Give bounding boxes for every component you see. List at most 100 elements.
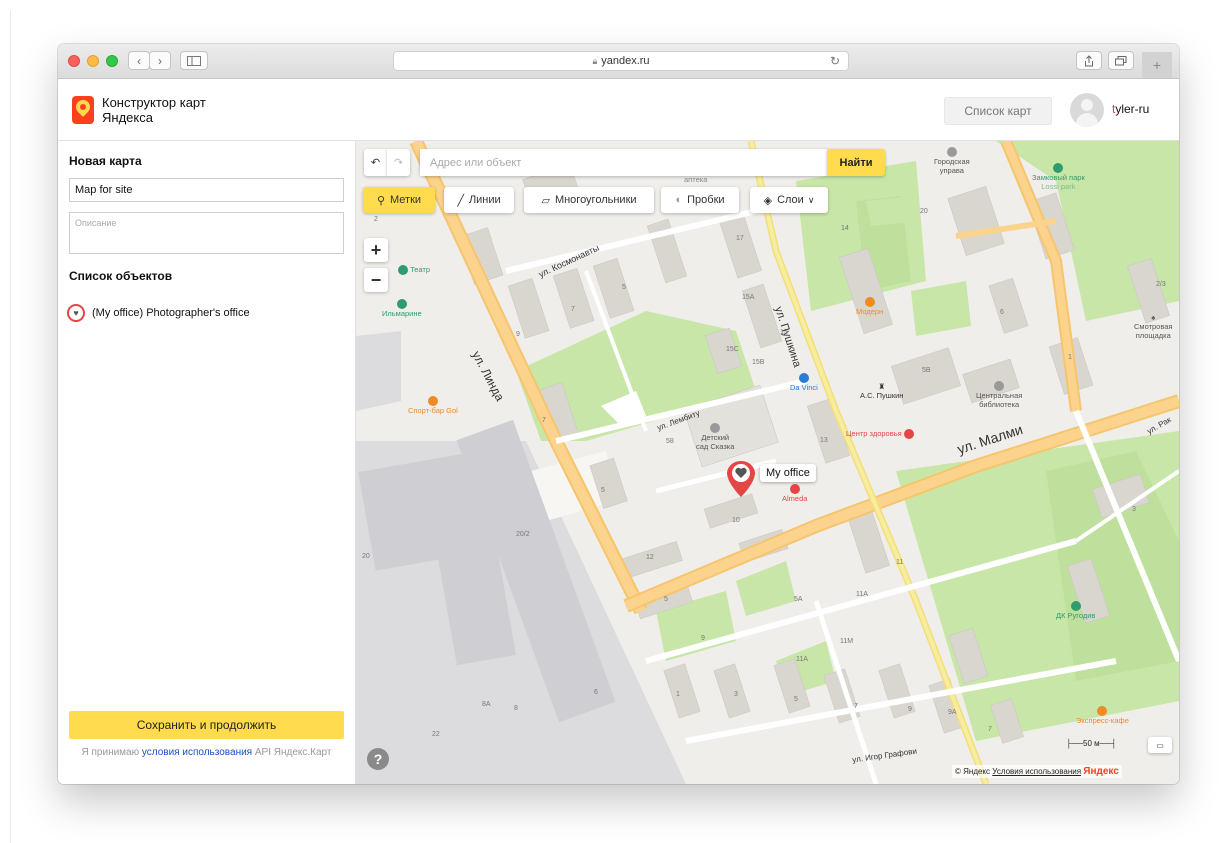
tabs-overview-button[interactable] [1108, 51, 1134, 70]
placemark-icon: ⚲ [376, 194, 385, 207]
poi-kindergarten-label-1: Детский [701, 433, 730, 443]
poi-town-admin[interactable]: Городская управа [934, 147, 970, 175]
map-name-input[interactable] [69, 178, 344, 202]
poi-kindergarten[interactable]: Детский сад Сказка [696, 423, 734, 451]
house-number: 11A [796, 656, 808, 663]
terms-text: Я принимаю условия использования API Янд… [69, 746, 344, 759]
poi-library[interactable]: Центральная библиотека [976, 381, 1022, 409]
new-map-heading: Новая карта [69, 154, 142, 168]
poi-health-center[interactable]: Центр здоровья [846, 429, 914, 440]
house-number: 22 [432, 731, 440, 738]
tool-traffic-button[interactable]: ◐ Пробки [661, 187, 739, 213]
sidebar-toggle-button[interactable] [180, 51, 208, 70]
object-list-item[interactable]: ♥ (My office) Photographer's office [67, 304, 250, 322]
poi-observation-label-2: площадка [1135, 331, 1171, 340]
find-button[interactable]: Найти [827, 149, 885, 176]
username[interactable]: tyler-ru [1112, 102, 1149, 116]
map-scale-label: 50 м [1083, 739, 1100, 748]
shop-icon [798, 373, 809, 384]
terms-suffix: API Яндекс.Карт [252, 747, 332, 758]
zoom-in-button[interactable]: + [364, 238, 388, 262]
house-number: 10 [732, 517, 740, 524]
sidebar-icon [187, 55, 201, 66]
map-description-input[interactable] [69, 212, 344, 254]
help-icon[interactable]: ? [367, 748, 389, 770]
copyright-terms-link[interactable]: Условия использования [992, 767, 1081, 776]
map-search-input[interactable] [420, 149, 822, 176]
poi-apteka[interactable]: аптека [684, 175, 707, 184]
poi-express-cafe-label: Экспресс-кафе [1076, 716, 1129, 726]
house-number: 2/3 [1156, 281, 1166, 288]
poi-pushkin[interactable]: ♜ А.С. Пушкин [860, 382, 903, 400]
house-number: 20/2 [516, 531, 530, 538]
maximize-window-button[interactable] [106, 55, 118, 67]
save-and-continue-button[interactable]: Сохранить и продолжить [69, 711, 344, 739]
poi-theatre[interactable]: Театр [398, 265, 431, 276]
house-number: 5 [794, 696, 798, 703]
poi-moderne[interactable]: Модерн [856, 297, 883, 316]
plus-icon: + [1152, 57, 1162, 73]
map-canvas[interactable]: ул. Линда ул. Пушкина ул. Малми ул. Косм… [356, 141, 1179, 784]
zoom-out-button[interactable]: − [364, 268, 388, 292]
ruler-button[interactable]: ▭ [1148, 737, 1172, 753]
object-list-item-label: (My office) Photographer's office [92, 307, 250, 319]
poi-express-cafe[interactable]: Экспресс-кафе [1076, 706, 1129, 725]
tool-layers-button[interactable]: ◈ Слои ∨ [750, 187, 828, 213]
tool-layers-label: Слои [777, 194, 804, 206]
poi-ilmarine[interactable]: Ильмарине [382, 299, 422, 318]
poi-sport-bar[interactable]: Спорт-бар Gol [408, 396, 458, 415]
undo-icon: ↶ [370, 157, 381, 169]
tool-lines-button[interactable]: ╱ Линии [444, 187, 514, 213]
poi-castle-park[interactable]: Замковый парк Lossi park [1032, 163, 1085, 191]
new-tab-button[interactable]: + [1142, 52, 1172, 78]
office-marker-label[interactable]: My office [760, 464, 816, 482]
house-number: 1 [1068, 354, 1072, 361]
back-button[interactable]: ‹ [128, 51, 150, 70]
poi-sport-bar-label: Спорт-бар Gol [408, 406, 458, 416]
house-number: 15B [752, 359, 765, 366]
poi-theatre-label: Театр [410, 265, 431, 274]
maps-list-button[interactable]: Список карт [944, 97, 1052, 125]
address-bar[interactable]: 🔒︎ yandex.ru ↻ [393, 51, 849, 71]
theatre-icon [1070, 601, 1081, 612]
theatre-icon [398, 265, 408, 276]
polygon-icon: ▱ [541, 194, 550, 207]
undo-button[interactable]: ↶ [364, 149, 387, 176]
tool-marks-button[interactable]: ⚲ Метки [363, 187, 435, 213]
app-title-line1: Конструктор карт [102, 95, 206, 110]
poi-ilmarine-label: Ильмарине [382, 309, 422, 319]
chevron-right-icon: › [158, 53, 162, 68]
redo-button[interactable]: ↷ [387, 149, 410, 176]
map-constructor-logo[interactable] [72, 96, 94, 124]
chevron-left-icon: ‹ [137, 53, 141, 68]
reload-icon[interactable]: ↻ [830, 54, 840, 68]
medical-icon [903, 429, 914, 440]
library-icon [994, 381, 1005, 392]
house-number: 12 [646, 554, 654, 561]
house-number: 8 [514, 705, 518, 712]
house-number: 7 [854, 703, 858, 710]
poi-observation[interactable]: ♠ Смотровая площадка [1134, 313, 1173, 340]
minimize-window-button[interactable] [87, 55, 99, 67]
poi-almeda[interactable]: Almeda [782, 484, 807, 503]
house-number: 7 [542, 417, 546, 424]
sidebar: Новая карта Список объектов ♥ (My office… [58, 141, 356, 784]
user-avatar[interactable] [1070, 93, 1104, 127]
map-copyright: © Яндекс Условия использования Яндекс [952, 765, 1122, 778]
monument-icon: ♜ [878, 382, 886, 391]
poi-library-label-1: Центральная [976, 391, 1023, 401]
forward-button[interactable]: › [149, 51, 171, 70]
yandex-logo: Яндекс [1083, 766, 1119, 777]
share-button[interactable] [1076, 51, 1102, 70]
poi-da-vinci[interactable]: Da Vinci [790, 373, 818, 392]
poi-dk-rugodiv-label: ДК Ругодив [1056, 611, 1096, 621]
house-number: 3 [1132, 506, 1136, 513]
school-icon [710, 423, 721, 434]
poi-dk-rugodiv[interactable]: ДК Ругодив [1056, 601, 1095, 620]
close-window-button[interactable] [68, 55, 80, 67]
poi-town-admin-label-1: Городская [934, 157, 970, 167]
heart-marker-icon: ♥ [67, 304, 85, 322]
terms-link[interactable]: условия использования [142, 747, 252, 758]
house-number: 17 [736, 235, 744, 242]
tool-polygons-button[interactable]: ▱ Многоугольники [524, 187, 654, 213]
